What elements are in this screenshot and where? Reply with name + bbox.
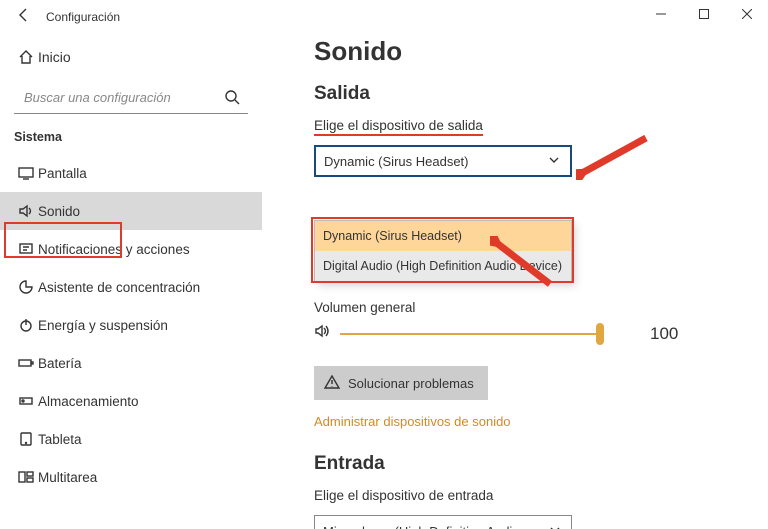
- content-pane: Sonido Salida Elige el dispositivo de sa…: [262, 34, 768, 529]
- nav-item-label: Tableta: [38, 432, 82, 447]
- back-button[interactable]: [10, 7, 38, 27]
- battery-icon: [14, 355, 38, 371]
- nav-item-label: Pantalla: [38, 166, 87, 181]
- volume-slider[interactable]: [340, 333, 600, 335]
- speaker-icon: [314, 323, 330, 344]
- page-title: Sonido: [314, 36, 748, 67]
- output-device-dropdown[interactable]: Dynamic (Sirus Headset): [314, 145, 572, 177]
- group-heading: Sistema: [0, 130, 262, 154]
- search-input[interactable]: [14, 82, 248, 114]
- volume-label: Volumen general: [314, 300, 748, 315]
- troubleshoot-button[interactable]: Solucionar problemas: [314, 366, 488, 400]
- display-icon: [14, 165, 38, 181]
- close-button[interactable]: [725, 0, 768, 28]
- minimize-button[interactable]: [639, 0, 682, 28]
- nav-list: Pantalla Sonido Notificaciones y accione…: [0, 154, 262, 496]
- nav-item-storage[interactable]: Almacenamiento: [0, 382, 262, 420]
- manage-devices-link[interactable]: Administrar dispositivos de sonido: [314, 414, 748, 429]
- dropdown-value: Microphone (High Definition Audio…: [323, 524, 533, 529]
- slider-thumb[interactable]: [596, 323, 604, 345]
- nav-item-label: Batería: [38, 356, 82, 371]
- nav-item-power[interactable]: Energía y suspensión: [0, 306, 262, 344]
- chevron-down-icon: [546, 152, 562, 171]
- home-label: Inicio: [38, 49, 71, 65]
- nav-item-tablet[interactable]: Tableta: [0, 420, 262, 458]
- home-button[interactable]: Inicio: [0, 40, 262, 74]
- input-device-label: Elige el dispositivo de entrada: [314, 488, 493, 503]
- nav-item-label: Sonido: [38, 204, 80, 219]
- nav-item-label: Energía y suspensión: [38, 318, 168, 333]
- tablet-icon: [14, 431, 38, 447]
- nav-item-display[interactable]: Pantalla: [0, 154, 262, 192]
- focus-icon: [14, 279, 38, 295]
- power-icon: [14, 317, 38, 333]
- annotation-underline: [314, 134, 483, 137]
- maximize-button[interactable]: [682, 0, 725, 28]
- chevron-down-icon: [547, 522, 563, 529]
- volume-value: 100: [650, 324, 678, 344]
- nav-item-label: Asistente de concentración: [38, 280, 200, 295]
- dropdown-value: Dynamic (Sirus Headset): [324, 154, 469, 169]
- output-device-list: Dynamic (Sirus Headset) Digital Audio (H…: [314, 220, 572, 282]
- window-title: Configuración: [46, 10, 120, 24]
- nav-item-label: Almacenamiento: [38, 394, 139, 409]
- annotation-box: [4, 222, 122, 258]
- storage-icon: [14, 393, 38, 409]
- warning-icon: [324, 374, 340, 393]
- input-device-dropdown[interactable]: Microphone (High Definition Audio…: [314, 515, 572, 529]
- nav-item-focus[interactable]: Asistente de concentración: [0, 268, 262, 306]
- sidebar: Inicio Sistema Pantalla Sonido Notificac…: [0, 34, 262, 529]
- output-device-label: Elige el dispositivo de salida: [314, 118, 483, 133]
- sound-icon: [14, 203, 38, 219]
- multitask-icon: [14, 469, 38, 485]
- nav-item-label: Multitarea: [38, 470, 97, 485]
- input-heading: Entrada: [314, 453, 748, 475]
- nav-item-battery[interactable]: Batería: [0, 344, 262, 382]
- output-heading: Salida: [314, 83, 748, 105]
- search-icon: [224, 89, 240, 110]
- dropdown-option[interactable]: Digital Audio (High Definition Audio Dev…: [315, 251, 571, 281]
- home-icon: [14, 49, 38, 65]
- dropdown-option[interactable]: Dynamic (Sirus Headset): [315, 221, 571, 251]
- nav-item-multitask[interactable]: Multitarea: [0, 458, 262, 496]
